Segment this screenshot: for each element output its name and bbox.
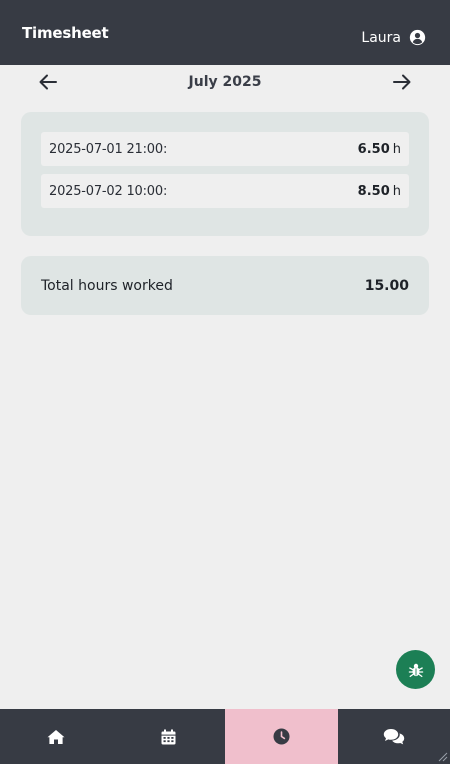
comments-icon (383, 729, 404, 745)
app-title: Timesheet (22, 24, 109, 42)
total-hours-card: Total hours worked 15.00 (21, 256, 429, 315)
user-name: Laura (361, 29, 401, 46)
month-label: July 2025 (188, 74, 262, 90)
timesheet-entry[interactable]: 2025-07-01 21:00: 6.50 h (41, 132, 409, 166)
total-hours-label: Total hours worked (41, 277, 173, 294)
resize-grip-icon[interactable] (436, 750, 448, 762)
bottom-navigation (0, 709, 450, 764)
timesheet-entry[interactable]: 2025-07-02 10:00: 8.50 h (41, 174, 409, 208)
bug-icon (408, 663, 423, 677)
entry-hours: 6.50 h (358, 142, 401, 157)
entry-hours-unit: h (392, 183, 401, 199)
tab-messages[interactable] (338, 709, 450, 764)
total-hours-value: 15.00 (364, 277, 409, 294)
clock-icon (273, 728, 290, 745)
entry-datetime: 2025-07-02 10:00: (49, 183, 168, 199)
entry-hours: 8.50 h (358, 184, 401, 199)
home-icon (47, 729, 65, 744)
arrow-right-icon[interactable] (392, 73, 412, 91)
entry-hours-unit: h (392, 141, 401, 157)
tab-home[interactable] (0, 709, 113, 764)
timesheet-entries-card: 2025-07-01 21:00: 6.50 h 2025-07-02 10:00… (21, 112, 429, 236)
entry-hours-value: 8.50 (357, 183, 390, 199)
tab-calendar[interactable] (113, 709, 226, 764)
report-bug-button[interactable] (396, 650, 435, 689)
tab-timesheet[interactable] (225, 709, 338, 764)
user-circle-icon (409, 29, 426, 46)
app-header: Timesheet Laura (0, 0, 450, 65)
entry-hours-value: 6.50 (357, 141, 390, 157)
entry-datetime: 2025-07-01 21:00: (49, 141, 168, 157)
user-menu[interactable]: Laura (361, 29, 426, 46)
calendar-icon (161, 729, 176, 744)
month-navigation: July 2025 (0, 65, 450, 101)
